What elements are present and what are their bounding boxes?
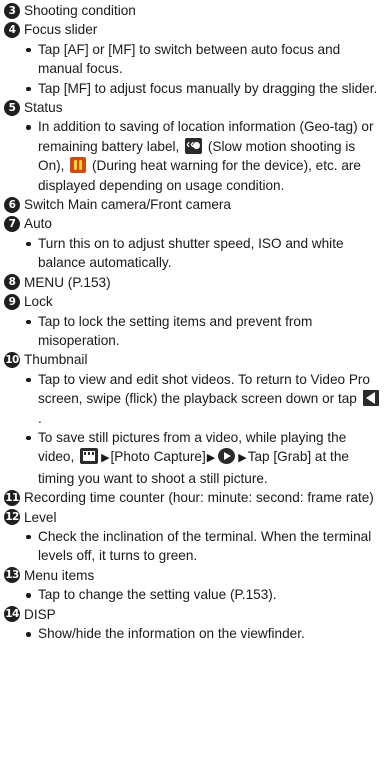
heat-warning-icon — [70, 157, 87, 174]
gallery-icon — [80, 448, 99, 465]
bullet-item: In addition to saving of location inform… — [23, 117, 382, 195]
item-title: Lock — [24, 294, 53, 310]
bullet-item: Tap [AF] or [MF] to switch between auto … — [23, 40, 382, 79]
bullet-list: Tap to change the setting value (P.153). — [23, 585, 382, 604]
bullet-list: Check the inclination of the terminal. W… — [23, 527, 382, 566]
item-title: MENU (P.153) — [24, 274, 111, 290]
bullet-text: [Photo Capture] — [110, 449, 206, 465]
item-title: DISP — [24, 606, 56, 622]
bullet-item: Tap [MF] to adjust focus manually by dra… — [23, 79, 382, 98]
bullet-text: . — [38, 410, 42, 426]
item-title: Menu items — [24, 567, 95, 583]
item-title: Recording time counter (hour: minute: se… — [24, 490, 374, 506]
bullet-item: Check the inclination of the terminal. W… — [23, 527, 382, 566]
item-number-badge: 11 — [4, 489, 20, 506]
arrow-glyph: ▶ — [101, 452, 110, 465]
slow-motion-icon — [185, 135, 203, 154]
bullet-item: Tap to lock the setting items and preven… — [23, 312, 382, 351]
item-thumbnail: 10 Thumbnail — [4, 350, 382, 369]
item-title: Level — [24, 509, 57, 525]
bullet-item: Tap to change the setting value (P.153). — [23, 585, 382, 604]
item-number-badge: 7 — [4, 216, 20, 233]
item-number-badge: 14 — [4, 606, 20, 623]
bullet-text: Tap to view and edit shot videos. To ret… — [38, 371, 370, 407]
bullet-list: Tap to view and edit shot videos. To ret… — [23, 370, 382, 488]
bullet-item: To save still pictures from a video, whi… — [23, 428, 382, 488]
item-title: Auto — [24, 216, 52, 232]
item-lock: 9 Lock — [4, 292, 382, 311]
item-level: 12 Level — [4, 508, 382, 527]
bullet-item: Tap to view and edit shot videos. To ret… — [23, 370, 382, 428]
bullet-list: Turn this on to adjust shutter speed, IS… — [23, 234, 382, 273]
back-icon — [362, 390, 379, 407]
item-recording-counter: 11 Recording time counter (hour: minute:… — [4, 488, 382, 507]
item-number-badge: 10 — [4, 352, 20, 368]
item-number-badge: 4 — [4, 22, 20, 39]
arrow-glyph: ▶ — [238, 452, 247, 465]
arrow-glyph: ▶ — [206, 452, 216, 465]
item-status: 5 Status — [4, 98, 382, 117]
item-number-badge: 3 — [4, 2, 20, 19]
item-menu: 8 MENU (P.153) — [4, 273, 382, 292]
item-auto: 7 Auto — [4, 214, 382, 233]
bullet-item: Show/hide the information on the viewfin… — [23, 624, 382, 643]
item-number-badge: 9 — [4, 293, 20, 310]
item-shooting-condition: 3 Shooting condition — [4, 1, 382, 20]
item-title: Switch Main camera/Front camera — [24, 197, 231, 213]
play-icon — [218, 448, 236, 465]
item-number-badge: 13 — [4, 567, 20, 584]
item-menu-items: 13 Menu items — [4, 566, 382, 585]
item-number-badge: 12 — [4, 509, 20, 526]
item-disp: 14 DISP — [4, 605, 382, 624]
item-title: Shooting condition — [24, 3, 136, 18]
bullet-list: Tap [AF] or [MF] to switch between auto … — [23, 40, 382, 98]
manual-page: 3 Shooting condition 4 Focus slider Tap … — [0, 1, 384, 643]
bullet-list: Show/hide the information on the viewfin… — [23, 624, 382, 643]
item-switch-camera: 6 Switch Main camera/Front camera — [4, 195, 382, 214]
item-title: Status — [24, 100, 63, 116]
item-title: Thumbnail — [24, 352, 88, 368]
bullet-list: In addition to saving of location inform… — [23, 117, 382, 195]
item-number-badge: 8 — [4, 274, 20, 291]
bullet-list: Tap to lock the setting items and preven… — [23, 312, 382, 351]
item-number-badge: 5 — [4, 99, 20, 116]
item-title: Focus slider — [24, 22, 98, 38]
bullet-text: (During heat warning for the device), et… — [38, 158, 361, 193]
item-focus-slider: 4 Focus slider — [4, 20, 382, 39]
item-number-badge: 6 — [4, 196, 20, 213]
bullet-item: Turn this on to adjust shutter speed, IS… — [23, 234, 382, 273]
